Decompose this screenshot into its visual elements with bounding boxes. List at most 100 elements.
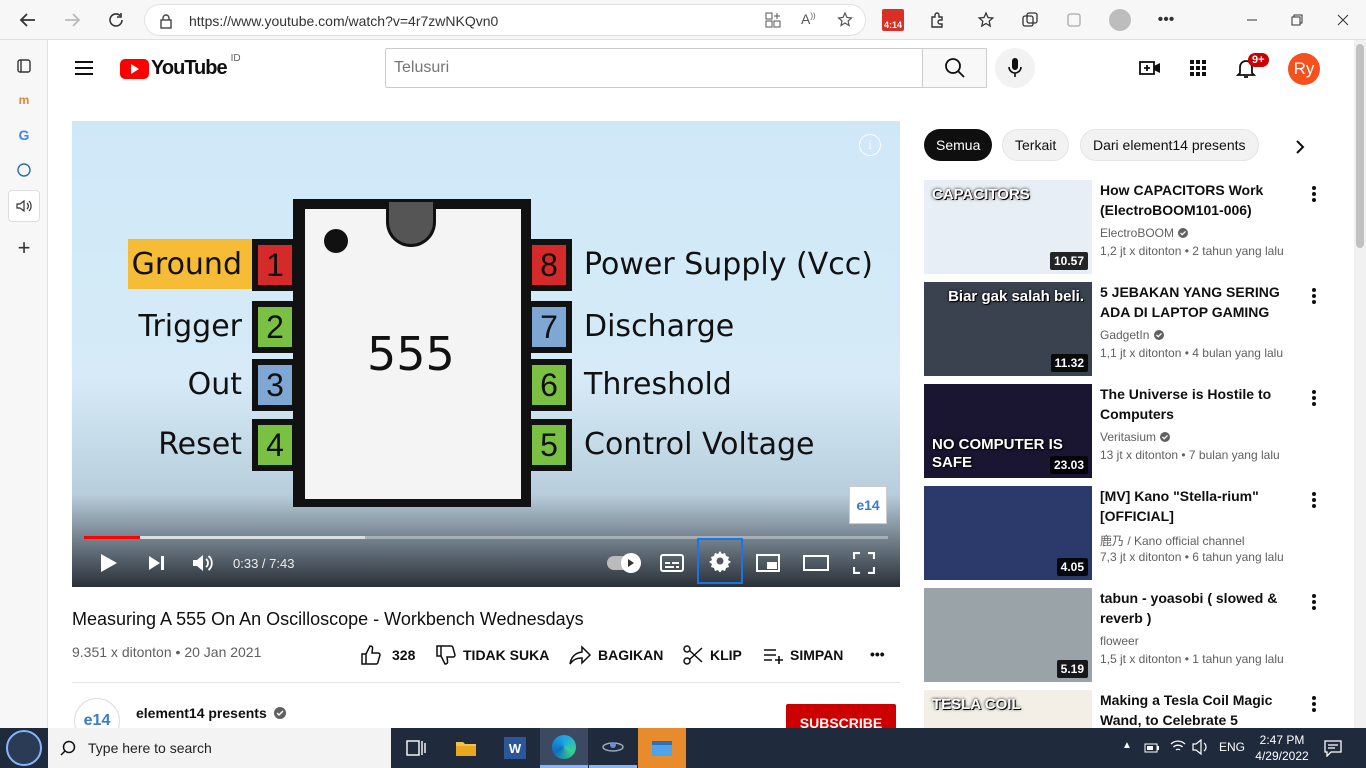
more-actions-icon[interactable]: ••• xyxy=(870,646,885,662)
subscribe-button[interactable]: SUBSCRIBE xyxy=(786,704,896,728)
recommendation-channel[interactable]: Veritasium xyxy=(1100,430,1171,444)
miniplayer-icon[interactable] xyxy=(750,549,786,577)
refresh-icon[interactable] xyxy=(102,6,130,34)
more-options-icon[interactable] xyxy=(1308,590,1320,614)
video-thumbnail[interactable]: Biar gak salah beli. 11.32 xyxy=(924,282,1092,376)
share-button[interactable]: BAGIKAN xyxy=(568,644,663,666)
channel-avatar[interactable]: e14 xyxy=(74,698,120,728)
voice-search-button[interactable] xyxy=(995,48,1035,88)
recommendation-item[interactable]: 4.05 [MV] Kano "Stella-rium" [OFFICIAL] 鹿乃… xyxy=(924,486,1354,582)
browser-menu-icon[interactable]: ••• xyxy=(1154,8,1178,32)
info-icon[interactable]: i xyxy=(859,134,881,156)
video-player[interactable]: i 555 Ground 1 Trigger 2 Out 3 Reset 4 8 Power S… xyxy=(72,121,900,587)
wifi-icon[interactable] xyxy=(1170,739,1186,758)
close-window-icon[interactable] xyxy=(1331,8,1355,32)
read-aloud-icon[interactable]: A)) xyxy=(801,11,816,27)
save-button[interactable]: SIMPAN xyxy=(762,644,843,666)
recommendation-channel[interactable]: ElectroBOOM xyxy=(1100,226,1189,240)
scrollbar-thumb[interactable] xyxy=(1356,44,1364,248)
chip-all[interactable]: Semua xyxy=(924,129,993,161)
like-button[interactable]: 328 xyxy=(360,644,415,666)
chip-related[interactable]: Terkait xyxy=(1002,129,1070,161)
recommendation-item[interactable]: 5.19 tabun - yoasobi ( slowed & reverb ) f… xyxy=(924,588,1354,684)
audio-tab-icon[interactable] xyxy=(8,190,40,222)
more-options-icon[interactable] xyxy=(1308,488,1320,512)
chip-from-channel[interactable]: Dari element14 presents xyxy=(1080,129,1259,161)
video-thumbnail[interactable]: NO COMPUTER IS SAFE 23.03 xyxy=(924,384,1092,478)
recommendation-item[interactable]: NO COMPUTER IS SAFE 23.03 The Universe is … xyxy=(924,384,1354,480)
clock[interactable]: 2:47 PM 4/29/2022 xyxy=(1250,732,1314,764)
video-thumbnail[interactable]: 4.05 xyxy=(924,486,1092,580)
battery-icon[interactable] xyxy=(1144,741,1160,759)
video-thumbnail[interactable]: CAPACITORS 10.57 xyxy=(924,180,1092,274)
edge-browser-icon[interactable] xyxy=(540,728,588,768)
video-thumbnail[interactable]: 5.19 xyxy=(924,588,1092,682)
tab-favicon-icon[interactable]: m xyxy=(10,86,38,114)
apps-grid-icon[interactable] xyxy=(1186,56,1210,85)
user-avatar[interactable]: Ry xyxy=(1288,53,1320,85)
recommendation-channel[interactable]: GadgetIn xyxy=(1100,328,1165,342)
more-options-icon[interactable] xyxy=(1308,284,1320,308)
hamburger-menu-icon[interactable] xyxy=(72,56,96,85)
more-options-icon[interactable] xyxy=(1308,182,1320,206)
app-icon[interactable] xyxy=(589,728,637,768)
speaker-icon[interactable] xyxy=(1192,738,1210,760)
search-box[interactable] xyxy=(385,48,923,88)
subtitles-icon[interactable] xyxy=(654,549,690,577)
youtube-logo[interactable]: YouTube ID xyxy=(120,53,241,80)
play-icon[interactable] xyxy=(90,549,126,577)
extensions-icon[interactable] xyxy=(926,8,950,32)
file-explorer-icon[interactable] xyxy=(442,728,490,768)
recommendation-title[interactable]: [MV] Kano "Stella-rium" [OFFICIAL] xyxy=(1100,486,1306,526)
recommendation-channel[interactable]: 鹿乃 / Kano official channel xyxy=(1100,532,1245,549)
lock-icon[interactable] xyxy=(159,13,173,34)
recommendation-title[interactable]: How CAPACITORS Work (ElectroBOOM101-006) xyxy=(1100,180,1306,220)
theater-mode-icon[interactable] xyxy=(798,549,834,577)
video-thumbnail[interactable]: TESLA COIL xyxy=(924,690,1092,728)
channel-watermark[interactable]: e14 xyxy=(849,486,887,524)
more-options-icon[interactable] xyxy=(1308,692,1320,716)
recommendation-item[interactable]: Biar gak salah beli. 11.32 5 JEBAKAN YANG … xyxy=(924,282,1354,378)
recommendation-title[interactable]: Making a Tesla Coil Magic Wand, to Celeb… xyxy=(1100,690,1306,728)
recommendation-title[interactable]: The Universe is Hostile to Computers xyxy=(1100,384,1306,424)
channel-name-row[interactable]: element14 presents xyxy=(136,705,287,721)
task-view-icon[interactable] xyxy=(392,728,440,768)
volume-icon[interactable] xyxy=(185,549,221,577)
dislike-button[interactable]: TIDAK SUKA xyxy=(435,644,549,666)
google-icon[interactable]: G xyxy=(10,121,38,149)
next-video-icon[interactable] xyxy=(138,549,174,577)
minimize-icon[interactable] xyxy=(1240,8,1264,32)
word-icon[interactable]: W xyxy=(491,728,539,768)
translate-icon[interactable] xyxy=(10,156,38,184)
taskbar-search[interactable]: Type here to search xyxy=(48,728,391,768)
autoplay-toggle[interactable] xyxy=(602,549,642,577)
progress-bar[interactable] xyxy=(84,536,888,539)
collections-icon[interactable] xyxy=(1018,8,1042,32)
create-video-icon[interactable] xyxy=(1138,56,1162,85)
app-available-icon[interactable] xyxy=(765,12,781,33)
settings-gear-icon[interactable] xyxy=(697,538,743,584)
recommendation-item[interactable]: TESLA COIL Making a Tesla Coil Magic Wand… xyxy=(924,690,1354,728)
recommendation-item[interactable]: CAPACITORS 10.57 How CAPACITORS Work (Elec… xyxy=(924,180,1354,276)
notification-center-icon[interactable] xyxy=(1324,739,1342,762)
performance-icon[interactable] xyxy=(1062,8,1086,32)
clip-button[interactable]: KLIP xyxy=(682,644,742,666)
language-indicator[interactable]: ENG xyxy=(1219,740,1245,754)
add-favorite-icon[interactable] xyxy=(837,11,855,34)
profile-icon[interactable] xyxy=(1108,8,1132,32)
tab-actions-icon[interactable] xyxy=(10,52,38,80)
search-button[interactable] xyxy=(923,48,987,88)
address-bar[interactable]: https://www.youtube.com/watch?v=4r7zwNKQ… xyxy=(144,4,866,36)
recommendation-title[interactable]: tabun - yoasobi ( slowed & reverb ) xyxy=(1100,588,1306,628)
more-options-icon[interactable] xyxy=(1308,386,1320,410)
pinned-app-icon[interactable] xyxy=(638,728,686,768)
recommendation-channel[interactable]: floweer xyxy=(1100,634,1139,648)
forward-icon[interactable] xyxy=(58,6,86,34)
search-input[interactable] xyxy=(386,49,922,87)
start-button[interactable] xyxy=(0,728,48,768)
new-tab-icon[interactable]: + xyxy=(10,234,38,262)
back-icon[interactable] xyxy=(14,6,42,34)
restore-icon[interactable] xyxy=(1285,8,1309,32)
show-hidden-icons-icon[interactable]: ▲ xyxy=(1122,740,1132,751)
recommendation-title[interactable]: 5 JEBAKAN YANG SERING ADA DI LAPTOP GAMI… xyxy=(1100,282,1306,322)
